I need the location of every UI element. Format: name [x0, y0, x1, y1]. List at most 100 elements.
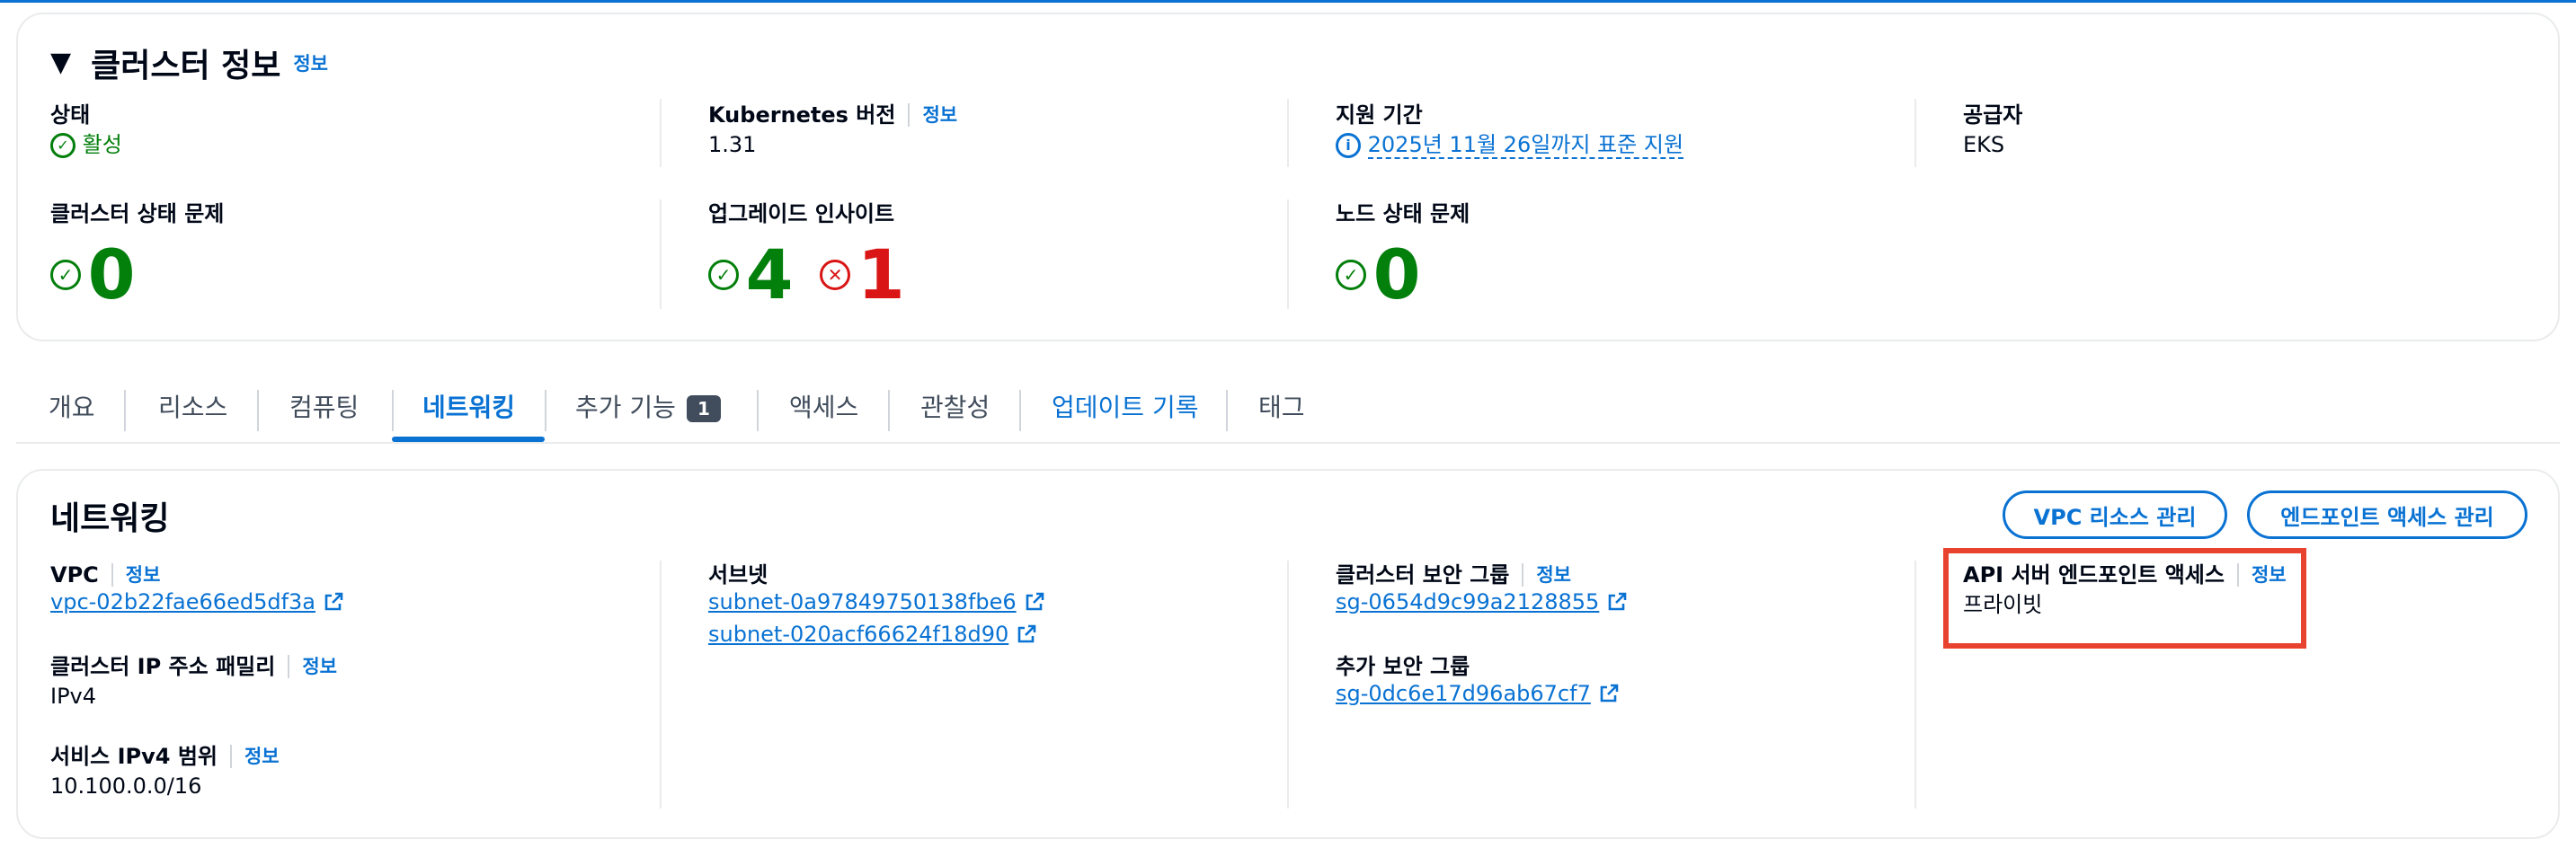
- tab-divider: [124, 390, 126, 431]
- vpc-link[interactable]: vpc-02b22fae66ed5df3a: [50, 589, 344, 614]
- divider: [1287, 99, 1289, 167]
- upgrade-insights-error[interactable]: ✕ 1: [820, 241, 905, 309]
- upgrade-passing-value: 4: [745, 234, 794, 314]
- error-circle-icon: ✕: [820, 260, 851, 290]
- external-link-icon: [1609, 592, 1627, 611]
- caret-down-icon[interactable]: ▼: [50, 49, 71, 76]
- upgrade-insights-label: 업그레이드 인사이트: [708, 201, 895, 226]
- separator: [1522, 563, 1524, 587]
- tab-resources[interactable]: 리소스: [158, 388, 227, 428]
- upgrade-insights-passing[interactable]: ✓ 4: [708, 241, 800, 309]
- tab-networking[interactable]: 네트워킹: [422, 388, 515, 428]
- check-circle-icon: ✓: [50, 133, 76, 158]
- ip-family-info-link[interactable]: 정보: [302, 652, 337, 681]
- external-link-icon: [1026, 592, 1044, 611]
- cluster-info-header[interactable]: ▼ 클러스터 정보 정보: [50, 40, 328, 86]
- support-period-field: 지원 기간 i 2025년 11월 26일까지 표준 지원: [1336, 101, 1684, 160]
- k8s-version-field: Kubernetes 버전 정보 1.31: [708, 101, 957, 160]
- manage-vpc-resources-button[interactable]: VPC 리소스 관리: [2003, 490, 2227, 539]
- health-issues-field: 클러스터 상태 문제 ✓ 0: [50, 199, 224, 309]
- check-circle-icon: ✓: [1336, 260, 1366, 290]
- support-period-value: 2025년 11월 26일까지 표준 지원: [1367, 132, 1684, 159]
- info-link[interactable]: 정보: [293, 49, 328, 76]
- health-issues-label: 클러스터 상태 문제: [50, 201, 225, 226]
- check-circle-icon: ✓: [708, 260, 739, 290]
- tab-divider: [257, 390, 259, 431]
- vpc-info-link[interactable]: 정보: [126, 561, 161, 589]
- subnet-link[interactable]: subnet-0a97849750138fbe6: [708, 589, 1045, 614]
- service-range-info-link[interactable]: 정보: [244, 742, 280, 771]
- health-issues-count[interactable]: ✓ 0: [50, 241, 224, 309]
- tab-bar: 개요 리소스 컴퓨팅 네트워킹 추가 기능 1 액세스 관찰성 업데이트 기록 태…: [16, 381, 2560, 444]
- additional-security-group-link[interactable]: sg-0dc6e17d96ab67cf7: [1336, 681, 1620, 706]
- upgrade-insights-field: 업그레이드 인사이트 ✓ 4 ✕ 1: [708, 199, 905, 309]
- top-accent-line: [0, 0, 2576, 3]
- cluster-security-group-field: 클러스터 보안 그룹 정보 sg-0654d9c99a2128855: [1336, 561, 1628, 614]
- separator: [111, 563, 113, 587]
- ip-family-label: 클러스터 IP 주소 패밀리: [50, 654, 276, 679]
- tab-add-ons-label: 추가 기능: [575, 393, 676, 422]
- provider-field: 공급자 EKS: [1963, 101, 2022, 160]
- check-circle-icon: ✓: [50, 260, 81, 290]
- subnets-label: 서브넷: [708, 562, 768, 588]
- separator: [288, 655, 290, 678]
- health-issues-value: 0: [87, 234, 136, 314]
- tab-overview[interactable]: 개요: [49, 388, 95, 428]
- service-range-field: 서비스 IPv4 범위 정보 10.100.0.0/16: [50, 742, 280, 801]
- tab-observability[interactable]: 관찰성: [920, 388, 990, 428]
- highlight-box: [1943, 548, 2306, 649]
- subnets-field: 서브넷 subnet-0a97849750138fbe6 subnet-020a…: [708, 561, 1045, 647]
- provider-label: 공급자: [1963, 102, 2023, 128]
- node-health-value: 0: [1372, 234, 1421, 314]
- separator: [908, 103, 910, 127]
- ip-family-field: 클러스터 IP 주소 패밀리 정보 IPv4: [50, 652, 337, 711]
- support-period-label: 지원 기간: [1336, 102, 1423, 128]
- status-text: 활성: [82, 132, 122, 157]
- tab-divider: [392, 390, 394, 431]
- status-field: 상태 ✓ 활성: [50, 101, 122, 160]
- k8s-version-label: Kubernetes 버전: [708, 102, 896, 128]
- divider: [660, 199, 662, 309]
- vpc-id: vpc-02b22fae66ed5df3a: [50, 589, 315, 614]
- service-range-value: 10.100.0.0/16: [50, 773, 202, 799]
- cluster-security-group-label: 클러스터 보안 그룹: [1336, 562, 1510, 588]
- add-ons-count-badge: 1: [686, 395, 721, 422]
- tab-compute[interactable]: 컴퓨팅: [289, 388, 359, 428]
- k8s-version-value: 1.31: [708, 132, 757, 157]
- divider: [1287, 199, 1289, 309]
- divider: [1914, 561, 1916, 809]
- subnet-link[interactable]: subnet-020acf66624f18d90: [708, 622, 1037, 647]
- tab-access[interactable]: 액세스: [789, 388, 858, 428]
- divider: [660, 99, 662, 167]
- tab-update-history[interactable]: 업데이트 기록: [1052, 388, 1198, 428]
- divider: [1287, 561, 1289, 809]
- status-value: ✓ 활성: [50, 129, 122, 160]
- cluster-info-title: 클러스터 정보: [91, 48, 281, 84]
- security-group-id: sg-0654d9c99a2128855: [1336, 589, 1600, 614]
- ip-family-value: IPv4: [50, 684, 97, 709]
- vpc-field: VPC 정보 vpc-02b22fae66ed5df3a: [50, 561, 344, 614]
- vpc-label: VPC: [50, 562, 99, 588]
- node-health-count[interactable]: ✓ 0: [1336, 241, 1470, 309]
- node-health-field: 노드 상태 문제 ✓ 0: [1336, 199, 1470, 309]
- cluster-security-group-info-link[interactable]: 정보: [1536, 561, 1571, 589]
- node-health-label: 노드 상태 문제: [1336, 201, 1470, 226]
- upgrade-error-value: 1: [857, 234, 905, 314]
- tab-divider: [1019, 390, 1021, 431]
- subnet-id: subnet-0a97849750138fbe6: [708, 589, 1017, 614]
- tab-divider: [888, 390, 890, 431]
- tab-divider: [545, 390, 546, 431]
- support-period-popover[interactable]: i 2025년 11월 26일까지 표준 지원: [1336, 129, 1684, 160]
- k8s-version-info-link[interactable]: 정보: [922, 101, 957, 129]
- info-circle-icon: i: [1336, 133, 1361, 158]
- divider: [660, 561, 662, 809]
- external-link-icon: [324, 592, 343, 611]
- tab-add-ons[interactable]: 추가 기능 1: [575, 388, 721, 428]
- external-link-icon: [1600, 684, 1619, 703]
- tab-tags[interactable]: 태그: [1258, 388, 1305, 428]
- divider: [1914, 99, 1916, 167]
- subnet-id: subnet-020acf66624f18d90: [708, 622, 1009, 647]
- security-group-link[interactable]: sg-0654d9c99a2128855: [1336, 589, 1628, 614]
- manage-endpoint-access-button[interactable]: 엔드포인트 액세스 관리: [2247, 490, 2527, 539]
- external-link-icon: [1017, 624, 1036, 643]
